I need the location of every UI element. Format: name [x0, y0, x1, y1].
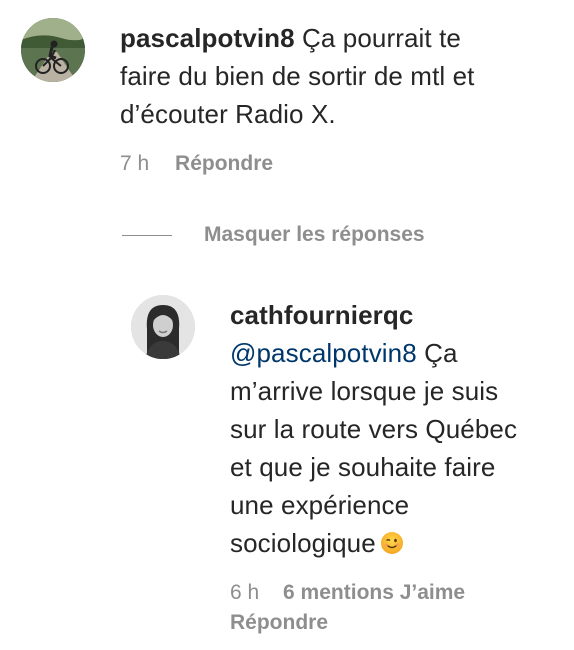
reply-text-line: Ça — [424, 338, 458, 368]
reply-text-line: m’arrive lorsque je suis — [230, 376, 499, 406]
hide-replies-label: Masquer les réponses — [204, 223, 425, 246]
avatar[interactable] — [21, 18, 85, 82]
comment-meta: 7 h Répondre — [120, 152, 273, 176]
portrait-photo-icon — [131, 295, 195, 359]
reply-text-line: sociologique — [230, 528, 376, 558]
winking-face-emoji-icon — [380, 527, 404, 565]
comment-text-line: faire du bien de sortir de mtl et — [120, 61, 475, 91]
comment-text: pascalpotvin8 Ça pourrait te faire du bi… — [120, 19, 560, 133]
reply-meta: 6 h 6 mentions J’aime Répondre — [230, 578, 465, 638]
comment-timestamp: 7 h — [120, 152, 150, 175]
mention-link[interactable]: @pascalpotvin8 — [230, 338, 417, 368]
reply-timestamp: 6 h — [230, 581, 260, 604]
comment-username[interactable]: pascalpotvin8 — [120, 23, 295, 53]
reply-button[interactable]: Répondre — [175, 152, 273, 175]
reply-button[interactable]: Répondre — [230, 611, 328, 634]
divider-line — [122, 234, 172, 236]
comment-text-line: d’écouter Radio X. — [120, 99, 336, 129]
cyclist-photo-icon — [21, 18, 85, 82]
reply-text-line: une expérience — [230, 490, 410, 520]
reply-username[interactable]: cathfournierqc — [230, 300, 413, 330]
likes-count[interactable]: 6 mentions J’aime — [283, 581, 465, 604]
reply-text-line: et que je souhaite faire — [230, 452, 496, 482]
avatar[interactable] — [131, 295, 195, 359]
reply-text: cathfournierqc @pascalpotvin8 Ça m’arriv… — [230, 296, 560, 565]
reply-text-line: sur la route vers Québec — [230, 414, 518, 444]
comment-text-line: Ça pourrait te — [302, 23, 461, 53]
hide-replies-button[interactable]: Masquer les réponses — [122, 220, 425, 250]
